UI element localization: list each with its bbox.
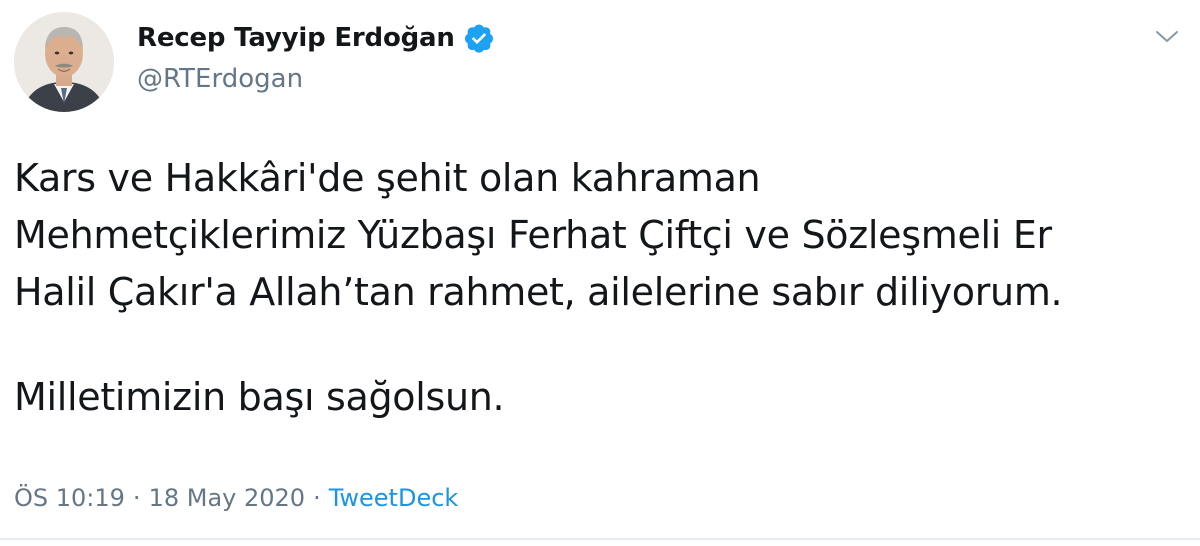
avatar-portrait [14, 12, 114, 112]
tweet-date[interactable]: 18 May 2020 [149, 484, 306, 512]
chevron-down-icon[interactable] [1154, 28, 1180, 46]
tweet-text-line: Halil Çakır'a Allah’tan rahmet, aileleri… [14, 270, 1063, 314]
tweet-card: Recep Tayyip Erdoğan @RTErdogan Kars ve … [0, 0, 1200, 546]
meta-separator: · [132, 484, 141, 512]
author-handle[interactable]: @RTErdogan [137, 64, 303, 94]
tweet-text: Kars ve Hakkâri'de şehit olan kahraman M… [14, 150, 1194, 426]
author-display-name[interactable]: Recep Tayyip Erdoğan [137, 23, 455, 53]
meta-separator: · [313, 484, 321, 512]
avatar[interactable] [14, 12, 114, 112]
divider [0, 538, 1200, 540]
author-row: Recep Tayyip Erdoğan [137, 22, 495, 54]
tweet-text-line: Mehmetçiklerimiz Yüzbaşı Ferhat Çiftçi v… [14, 213, 1052, 257]
verified-badge-icon [463, 22, 495, 54]
tweet-time[interactable]: ÖS 10:19 [14, 484, 125, 512]
tweet-meta: ÖS 10:19 · 18 May 2020 · TweetDeck [14, 484, 458, 512]
tweet-source-link[interactable]: TweetDeck [329, 484, 459, 512]
tweet-text-closing: Milletimizin başı sağolsun. [14, 375, 505, 419]
tweet-text-line: Kars ve Hakkâri'de şehit olan kahraman [14, 156, 761, 200]
